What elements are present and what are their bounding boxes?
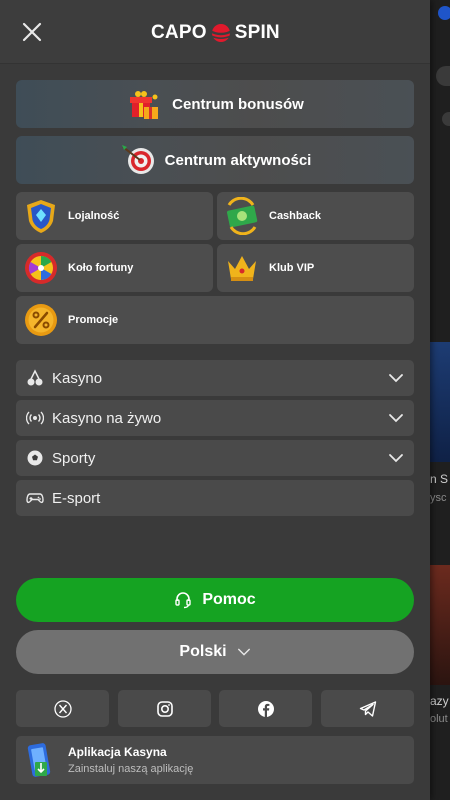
facebook-button[interactable] bbox=[219, 690, 312, 727]
cherries-icon bbox=[27, 369, 43, 386]
vip-label: Klub VIP bbox=[269, 262, 315, 274]
chevron-down-icon[interactable] bbox=[388, 370, 404, 386]
side-menu: CAPO SPIN Centrum bonusów Centrum aktywn… bbox=[0, 0, 430, 800]
help-label: Pomoc bbox=[202, 591, 256, 608]
logo-text-right: SPIN bbox=[234, 22, 280, 43]
vip-club-button[interactable]: Klub VIP bbox=[217, 244, 414, 292]
telegram-icon bbox=[359, 700, 376, 717]
percent-coin-icon bbox=[25, 304, 57, 336]
nav-live-casino-label: Kasyno na żywo bbox=[52, 409, 162, 427]
crown-icon bbox=[228, 256, 256, 281]
app-banner-title: Aplikacja Kasyna bbox=[68, 745, 167, 759]
app-download-banner[interactable]: Aplikacja Kasyna Zainstaluj naszą aplika… bbox=[16, 736, 414, 784]
logo-ball-icon bbox=[209, 22, 233, 44]
nav-esport-label: E-sport bbox=[52, 489, 101, 507]
bonus-center-button[interactable]: Centrum bonusów bbox=[16, 80, 414, 128]
background-pill bbox=[442, 112, 450, 126]
chevron-down-icon bbox=[237, 648, 250, 656]
chevron-down-icon[interactable] bbox=[388, 450, 404, 466]
chevron-down-icon[interactable] bbox=[388, 410, 404, 426]
activity-center-label: Centrum aktywności bbox=[164, 151, 312, 169]
cashback-button[interactable]: Cashback bbox=[217, 192, 414, 240]
bonus-center-label: Centrum bonusów bbox=[172, 95, 304, 113]
facebook-icon bbox=[257, 700, 274, 717]
game-title: n S bbox=[430, 472, 449, 486]
dart-target-icon bbox=[121, 145, 154, 174]
gamepad-icon bbox=[26, 493, 44, 504]
nav-sports[interactable]: Sporty bbox=[16, 440, 414, 476]
shield-gem-icon bbox=[27, 200, 55, 233]
close-icon[interactable] bbox=[18, 18, 46, 46]
help-button[interactable]: Pomoc bbox=[16, 578, 414, 622]
background-pill bbox=[436, 66, 450, 86]
promotions-label: Promocje bbox=[68, 314, 119, 326]
background-page: n S ysc azy 7 olut bbox=[430, 0, 450, 800]
game-title: azy 7 bbox=[430, 694, 450, 708]
nav-esport[interactable]: E-sport bbox=[16, 480, 414, 516]
nav-casino[interactable]: Kasyno bbox=[16, 360, 414, 396]
app-banner-subtitle: Zainstaluj naszą aplikację bbox=[68, 763, 194, 775]
x-button[interactable] bbox=[16, 690, 109, 727]
menu-header: CAPO SPIN bbox=[0, 0, 430, 64]
game-provider: olut bbox=[430, 713, 448, 725]
nav-casino-label: Kasyno bbox=[52, 369, 103, 387]
x-icon bbox=[53, 699, 72, 718]
nav-sports-label: Sporty bbox=[52, 449, 96, 467]
loyalty-button[interactable]: Lojalność bbox=[16, 192, 213, 240]
telegram-button[interactable] bbox=[321, 690, 414, 727]
wheel-of-fortune-button[interactable]: Koło fortuny bbox=[16, 244, 213, 292]
game-thumbnail[interactable] bbox=[430, 342, 450, 462]
language-selector[interactable]: Polski bbox=[16, 630, 414, 674]
game-provider: ysc bbox=[430, 492, 447, 504]
loyalty-label: Lojalność bbox=[68, 210, 120, 222]
cashback-label: Cashback bbox=[269, 210, 321, 222]
live-broadcast-icon bbox=[26, 411, 44, 425]
nav-live-casino[interactable]: Kasyno na żywo bbox=[16, 400, 414, 436]
notification-dot bbox=[438, 6, 450, 20]
headset-icon bbox=[175, 592, 192, 609]
game-thumbnail[interactable] bbox=[430, 565, 450, 685]
activity-center-button[interactable]: Centrum aktywności bbox=[16, 136, 414, 184]
promotions-button[interactable]: Promocje bbox=[16, 296, 414, 344]
mobile-app-icon bbox=[27, 743, 51, 777]
soccer-ball-icon bbox=[27, 450, 43, 466]
logo-text-left: CAPO bbox=[151, 22, 207, 43]
fortune-wheel-icon bbox=[25, 252, 57, 284]
logo[interactable]: CAPO SPIN bbox=[151, 22, 280, 44]
language-label: Polski bbox=[179, 643, 227, 660]
gift-icon bbox=[130, 91, 159, 119]
instagram-button[interactable] bbox=[118, 690, 211, 727]
cashback-money-icon bbox=[227, 197, 258, 235]
instagram-icon bbox=[156, 700, 173, 717]
wheel-label: Koło fortuny bbox=[68, 262, 134, 274]
